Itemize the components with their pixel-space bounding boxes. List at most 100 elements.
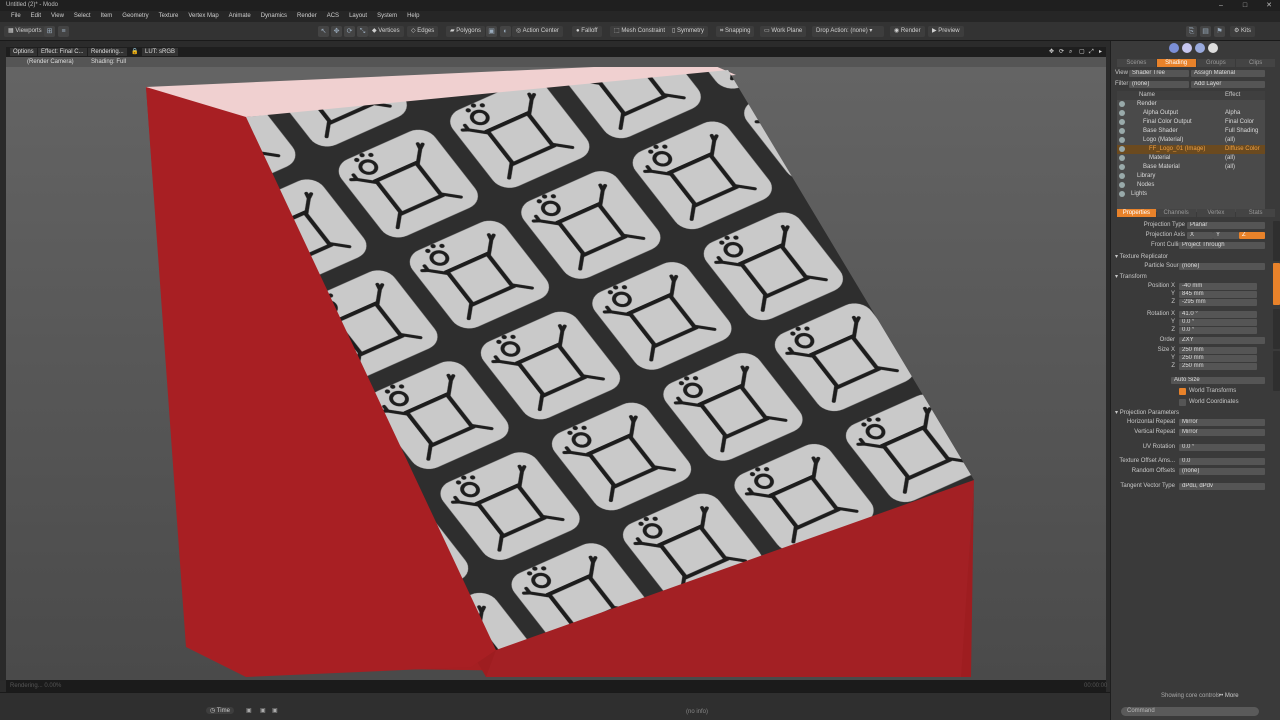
view-dropdown[interactable]: Shader Tree <box>1129 70 1189 77</box>
menu-view[interactable]: View <box>46 11 69 22</box>
size-x-field[interactable]: 250 mm <box>1179 347 1257 354</box>
close-button[interactable]: ✕ <box>1262 0 1276 11</box>
side-tab-shader-item[interactable] <box>1273 221 1280 261</box>
menu-dynamics[interactable]: Dynamics <box>256 11 292 22</box>
menu-acs[interactable]: ACS <box>322 11 344 22</box>
palette-icon-2[interactable] <box>1182 43 1192 53</box>
tree-row[interactable]: Alpha Output Alpha <box>1117 109 1265 118</box>
camera-dropdown[interactable]: (Render Camera) <box>24 58 77 66</box>
uv-rotation-field[interactable]: 0.0 ° <box>1179 444 1265 451</box>
timeline-bar[interactable]: Rendering... 0.00% 00:00:00 <box>6 680 1107 692</box>
tree-row[interactable]: FF_Logo_01 (Image) Diffuse Color <box>1117 145 1265 154</box>
menu-texture[interactable]: Texture <box>154 11 184 22</box>
work-plane-button[interactable]: ▭ Work Plane <box>760 26 807 37</box>
world-coordinates-checkbox[interactable] <box>1179 399 1186 406</box>
symmetry-button[interactable]: ▯ Symmetry <box>668 26 708 37</box>
viewport-zoom-icon[interactable]: ⌕ <box>1066 48 1075 56</box>
lock-icon[interactable]: 🔒 <box>128 48 141 56</box>
rotation-y-field[interactable]: 0.0 ° <box>1179 319 1257 326</box>
assign-material-dropdown[interactable]: Assign Material <box>1191 70 1265 77</box>
tree-row[interactable]: Final Color Output Final Color <box>1117 118 1265 127</box>
key-icon[interactable]: ▣ <box>246 707 252 714</box>
tab-channels[interactable]: Channels <box>1156 209 1196 217</box>
more-link[interactable]: •• More <box>1219 693 1239 699</box>
palette-icon-3[interactable] <box>1195 43 1205 53</box>
projection-type-dropdown[interactable]: Planar <box>1187 222 1265 229</box>
minimize-button[interactable]: – <box>1214 0 1228 11</box>
menu-render[interactable]: Render <box>292 11 322 22</box>
menu-item[interactable]: Item <box>96 11 118 22</box>
tree-row[interactable]: Logo (Material) (all) <box>1117 136 1265 145</box>
camera-icon[interactable]: ⎘ <box>1186 26 1197 37</box>
size-y-field[interactable]: 250 mm <box>1179 355 1257 362</box>
viewport-menu-icon[interactable]: ▸ <box>1096 48 1105 56</box>
menu-select[interactable]: Select <box>69 11 96 22</box>
move-icon[interactable]: ✥ <box>331 26 342 37</box>
rotation-z-field[interactable]: 0.0 ° <box>1179 327 1257 334</box>
tree-row[interactable]: Base Shader Full Shading <box>1117 127 1265 136</box>
axis-y-button[interactable]: Y <box>1213 232 1239 239</box>
tab-properties[interactable]: Properties <box>1117 209 1156 217</box>
side-tab-use-profile[interactable] <box>1273 351 1280 391</box>
options-button[interactable]: Options <box>10 48 37 56</box>
lut-dropdown[interactable]: LUT: sRGB <box>142 48 179 56</box>
tree-row[interactable]: Render <box>1117 100 1265 109</box>
menu-system[interactable]: System <box>372 11 402 22</box>
maximize-button[interactable]: □ <box>1238 0 1252 11</box>
loop-icon[interactable]: ▣ <box>272 707 278 714</box>
menu-file[interactable]: File <box>6 11 26 22</box>
visibility-eye-icon[interactable] <box>1119 182 1125 188</box>
column-name[interactable]: Name <box>1139 92 1155 98</box>
visibility-eye-icon[interactable] <box>1119 101 1125 107</box>
scale-icon[interactable]: ⤡ <box>357 26 368 37</box>
v-repeat-dropdown[interactable]: Mirror <box>1179 429 1265 436</box>
visibility-eye-icon[interactable] <box>1119 191 1125 197</box>
position-z-field[interactable]: -295 mm <box>1179 299 1257 306</box>
filter-dropdown[interactable]: (none) <box>1129 81 1189 88</box>
h-repeat-dropdown[interactable]: Mirror <box>1179 419 1265 426</box>
tree-row[interactable]: Library <box>1117 172 1265 181</box>
snapping-button[interactable]: ⌗ Snapping <box>716 26 755 37</box>
falloff-button[interactable]: ● Falloff <box>572 26 602 37</box>
axis-z-button[interactable]: Z <box>1239 232 1265 239</box>
tab-scenes[interactable]: Scenes <box>1117 59 1156 67</box>
tangent-vector-dropdown[interactable]: dPdu, dPdv <box>1179 483 1265 490</box>
menu-geometry[interactable]: Geometry <box>117 11 153 22</box>
tree-row[interactable]: Nodes <box>1117 181 1265 190</box>
column-effect[interactable]: Effect <box>1225 92 1240 98</box>
material-mode-icon[interactable]: ◐ <box>500 26 511 37</box>
random-offsets-dropdown[interactable]: (none) <box>1179 468 1265 475</box>
front-culling-dropdown[interactable]: Project Through <box>1179 242 1265 249</box>
menu-layout[interactable]: Layout <box>344 11 372 22</box>
kits-button[interactable]: ⚙ Kits <box>1230 26 1256 37</box>
size-z-field[interactable]: 250 mm <box>1179 363 1257 370</box>
position-y-field[interactable]: 845 mm <box>1179 291 1257 298</box>
shading-dropdown[interactable]: Shading: Full <box>88 58 129 66</box>
tree-row[interactable]: Material (all) <box>1117 154 1265 163</box>
preview-button[interactable]: ▶ Preview <box>928 26 964 37</box>
transform-header[interactable]: ▾ Transform <box>1115 273 1147 280</box>
select-arrow-icon[interactable]: ↖ <box>318 26 329 37</box>
viewports-button[interactable]: ▦ Viewports <box>4 26 46 37</box>
tab-vertex[interactable]: Vertex <box>1196 209 1236 217</box>
rotate-icon[interactable]: ⟳ <box>344 26 355 37</box>
tree-row[interactable]: Lights <box>1117 190 1265 199</box>
vertices-mode-button[interactable]: ◆ Vertices <box>368 26 404 37</box>
side-tab-texture-locator[interactable] <box>1273 263 1280 305</box>
rotation-x-field[interactable]: 41.0 ° <box>1179 311 1257 318</box>
3d-viewport[interactable] <box>6 67 1106 680</box>
visibility-eye-icon[interactable] <box>1119 173 1125 179</box>
menu-edit[interactable]: Edit <box>26 11 46 22</box>
drop-action-dropdown[interactable]: Drop Action: (none) ▾ <box>812 26 884 37</box>
visibility-eye-icon[interactable] <box>1119 155 1125 161</box>
visibility-eye-icon[interactable] <box>1119 119 1125 125</box>
grid-icon[interactable]: ▤ <box>1200 26 1211 37</box>
polygons-mode-button[interactable]: ▰ Polygons <box>446 26 485 37</box>
action-center-button[interactable]: ◎ Action Center <box>512 26 563 37</box>
rendering-button[interactable]: Rendering... <box>88 48 127 56</box>
texture-offset-field[interactable]: 0.0 <box>1179 458 1265 465</box>
menu-animate[interactable]: Animate <box>224 11 256 22</box>
auto-size-button[interactable]: Auto Size <box>1171 377 1265 384</box>
tab-shading[interactable]: Shading <box>1156 59 1196 67</box>
play-icon[interactable]: ▣ <box>260 707 266 714</box>
